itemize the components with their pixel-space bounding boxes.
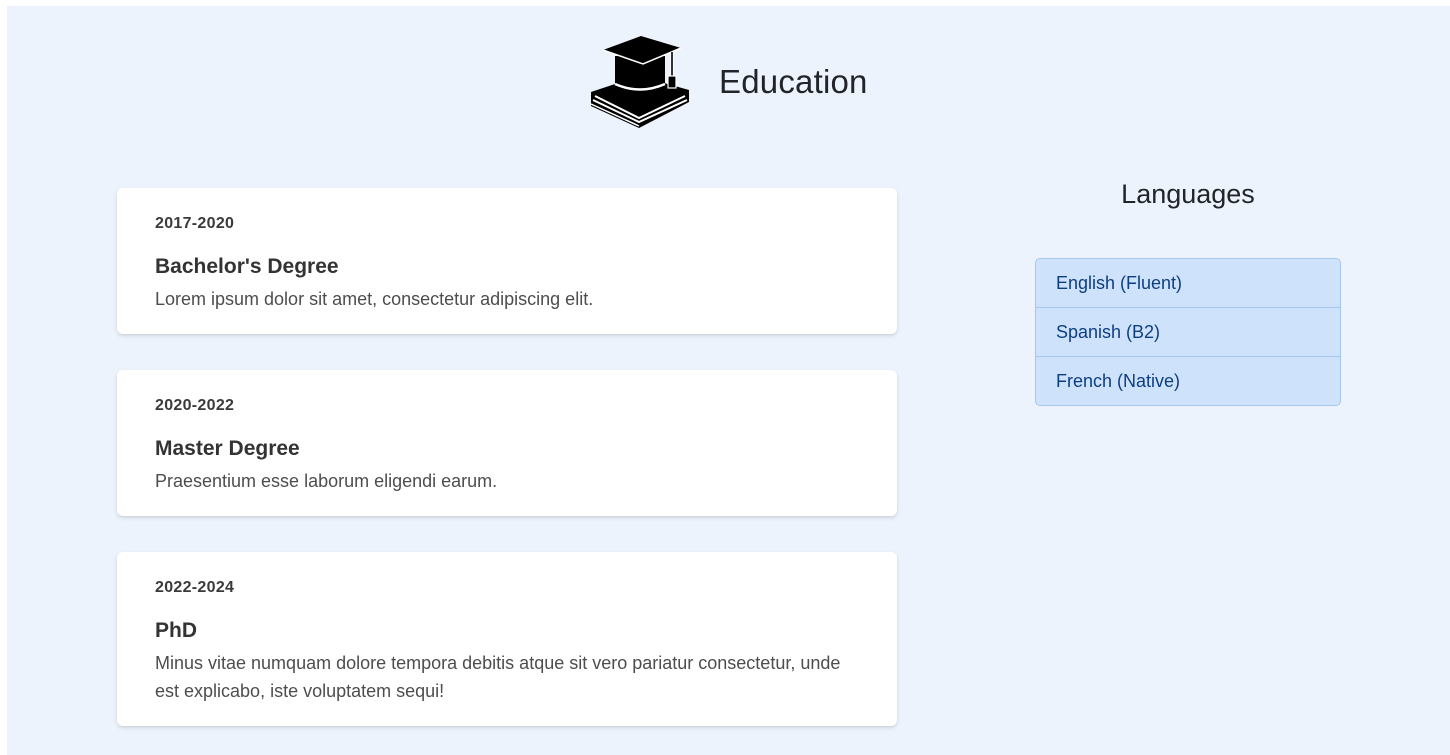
degree-description: Lorem ipsum dolor sit amet, consectetur … bbox=[155, 289, 594, 309]
education-years: 2017-2020 bbox=[155, 215, 235, 232]
degree-description: Minus vitae numquam dolore tempora debit… bbox=[155, 653, 841, 701]
degree-title: Bachelor's Degree bbox=[155, 255, 339, 278]
language-item: French (Native) bbox=[1036, 356, 1340, 405]
language-item: Spanish (B2) bbox=[1036, 307, 1340, 356]
education-card: 2017-2020 Bachelor's Degree Lorem ipsum … bbox=[117, 188, 897, 334]
languages-list: English (Fluent) Spanish (B2) French (Na… bbox=[1035, 258, 1341, 406]
degree-title: Master Degree bbox=[155, 437, 300, 460]
education-years: 2020-2022 bbox=[155, 397, 235, 414]
page-background: Education 2017-2020 Bachelor's Degree Lo… bbox=[7, 6, 1450, 755]
languages-panel: Languages English (Fluent) Spanish (B2) … bbox=[1035, 176, 1341, 406]
education-years: 2022-2024 bbox=[155, 579, 235, 596]
graduation-cap-book-icon bbox=[590, 36, 689, 128]
education-card: 2020-2022 Master Degree Praesentium esse… bbox=[117, 370, 897, 516]
page-title: Education bbox=[719, 63, 868, 100]
degree-title: PhD bbox=[155, 619, 197, 642]
education-header: Education bbox=[581, 32, 868, 132]
language-item: English (Fluent) bbox=[1056, 273, 1183, 293]
degree-description: Praesentium esse laborum eligendi earum. bbox=[155, 471, 498, 491]
languages-heading: Languages bbox=[1121, 179, 1255, 209]
education-card: 2022-2024 PhD Minus vitae numquam dolore… bbox=[117, 552, 897, 726]
